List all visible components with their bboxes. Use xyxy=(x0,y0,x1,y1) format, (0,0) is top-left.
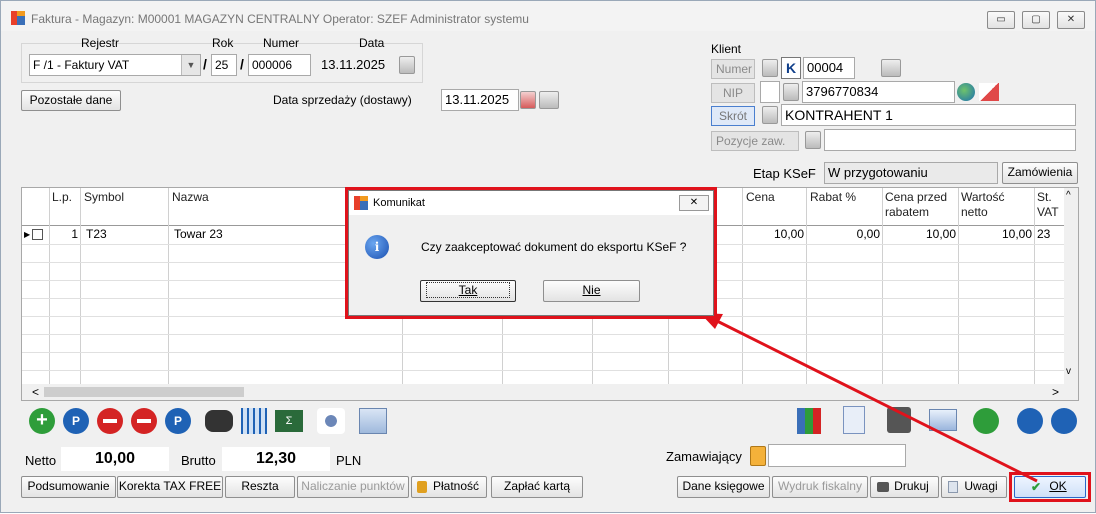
nie-button[interactable]: Nie xyxy=(543,280,640,302)
dialog-title-bar: Komunikat ✕ xyxy=(349,191,713,215)
dialog-message: Czy zaakceptować dokument do eksportu KS… xyxy=(421,240,687,254)
nie-label: Nie xyxy=(582,283,601,297)
tak-button[interactable]: Tak xyxy=(420,280,516,302)
app-logo-icon xyxy=(354,196,368,210)
tak-label: Tak xyxy=(425,282,511,298)
komunikat-dialog: Komunikat ✕ i Czy zaakceptować dokument … xyxy=(348,190,714,316)
dialog-close-button[interactable]: ✕ xyxy=(679,195,709,211)
info-icon: i xyxy=(365,235,389,259)
dialog-title: Komunikat xyxy=(373,197,425,209)
invoice-window: Faktura - Magazyn: M00001 MAGAZYN CENTRA… xyxy=(0,0,1096,513)
